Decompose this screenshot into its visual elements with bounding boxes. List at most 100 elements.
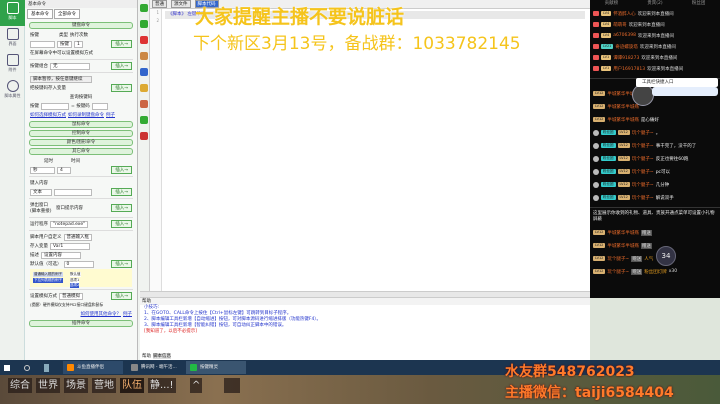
text-input[interactable] [54,188,92,196]
insert-button[interactable]: 插入→ [111,188,132,196]
color-group[interactable]: 颜色/图形命令 [29,139,133,146]
key-input[interactable] [30,40,55,48]
tab-all[interactable]: 全部命令 [54,9,80,19]
group-icon[interactable] [224,378,240,393]
game-chat-tab[interactable]: ^ [190,378,203,393]
username[interactable]: 玩个腿子~ [607,269,629,275]
link[interactable]: 例子 [106,112,115,118]
tab-fans[interactable]: 粉丝团 [692,0,706,8]
move-down-icon[interactable] [140,4,148,12]
username[interactable]: 谭谭918273 [613,55,639,61]
run-input[interactable]: "notepad.exe" [50,220,89,228]
run-icon[interactable] [140,116,148,124]
record-icon[interactable] [140,52,148,60]
search-icon[interactable] [24,364,30,371]
task-douyu[interactable]: 斗鱼直播伴侣 [63,361,123,374]
game-chat-tab[interactable]: 营地 [92,378,116,393]
delay-unit-select[interactable]: 秒 [30,166,55,174]
username[interactable]: 萌萌哥 [613,22,627,28]
tab-vip[interactable]: 贵宾(2) [647,0,662,8]
username[interactable]: 玩个腿子~ [632,169,654,175]
debug-icon[interactable] [140,68,148,76]
link[interactable]: 例子 [123,311,132,317]
insert-button[interactable]: 插入→ [111,204,132,212]
folder-icon[interactable] [140,84,148,92]
tab-help[interactable]: 帮助 [142,353,151,359]
other-group[interactable]: 其它命令 [29,148,133,155]
username[interactable]: 半城繁华半城殇 [607,117,639,123]
mouse-group[interactable]: 鼠标命令 [29,121,133,128]
username[interactable]: 怀酒醉人心 [613,11,636,17]
dismiss-link[interactable]: [我知道了，以后不必提示] [140,329,590,335]
pause-select[interactable]: 脚本暂停，按任意键继续 [30,75,92,83]
query-key-input[interactable] [41,102,69,110]
link[interactable]: 如何使用其他命令？ [81,311,122,317]
insert-button[interactable]: 插入→ [111,62,132,70]
avatar[interactable] [632,84,654,106]
game-chat-tab[interactable]: 静...! [148,378,176,393]
task-browser[interactable]: 腾讯网 - 端午活... [127,361,182,374]
username[interactable]: 玩个腿子~ [632,195,654,201]
tab-basic[interactable]: 基本命令 [27,9,53,19]
app-icon [67,364,74,371]
chat-message: 粉丝团 LV12 玩个腿子~ pc可以 [590,165,720,178]
combo-input[interactable]: 无 [50,62,90,70]
var-input[interactable]: Var1 [50,242,90,250]
username[interactable]: 用户169178​13 [613,66,645,72]
username[interactable]: 玩个腿子~ [632,156,654,162]
tab-source[interactable]: 源文件 [171,0,191,8]
keyboard-group[interactable]: 键盘命令 [29,22,133,29]
username[interactable]: 玩个腿子~ [632,182,654,188]
keycode-input[interactable] [91,102,108,110]
game-chat-tab[interactable]: 世界 [36,378,60,393]
nav-attachment[interactable]: 附件 [0,52,25,78]
insert-button[interactable]: 插入→ [111,40,132,48]
quick-toolbar[interactable] [652,87,718,96]
windows-start-icon[interactable] [4,364,10,371]
link[interactable]: 如何录制键盘命令 [68,112,104,118]
link[interactable]: 如何选择模拟方式 [30,112,66,118]
nav-properties[interactable]: 脚本属性 [0,78,25,104]
username[interactable]: a6706398 [613,33,636,38]
game-chat-tab[interactable]: 队伍 [120,378,144,393]
game-chat-tab[interactable]: 综合 [8,378,32,393]
insert-button[interactable]: 插入→ [111,220,132,228]
system-tray[interactable] [650,361,710,374]
task-anjian[interactable]: 按键精灵 [186,361,246,374]
insert-button[interactable]: 插入→ [111,84,132,92]
insert-button[interactable]: 插入→ [111,166,132,174]
username[interactable]: 玩个腿子~ [632,130,654,136]
stop-icon[interactable] [140,132,148,140]
username[interactable]: 玩个腿子~ [607,256,629,262]
stream-overlay-notice: 大家提醒主播不要说脏话 [195,6,405,28]
delete-icon[interactable] [140,36,148,44]
tab-script-info[interactable]: 脚本信息 [153,353,171,359]
nav-script[interactable]: 脚本 [0,0,25,26]
desc-input[interactable]: 设置内容 [41,251,81,259]
input-type-select[interactable]: 文本 [30,188,52,196]
tab-normal[interactable]: 普通 [152,0,167,8]
username[interactable]: 半城繁华半城殇 [607,230,639,236]
username[interactable]: 半城繁华半城殇 [607,104,639,110]
insert-button[interactable]: 插入→ [111,260,132,268]
default-input[interactable]: 0 [63,260,94,268]
custom-select[interactable]: 普通输入框 [63,233,92,241]
label: = 按键码 [71,104,90,109]
tab-contrib[interactable]: 贡献榜 [605,0,619,8]
type-select[interactable]: 按键 [57,40,72,48]
task-view-icon[interactable] [44,363,49,372]
plugin-group[interactable]: 插件命令 [29,320,133,327]
username[interactable]: 玩个腿子~ [632,143,654,149]
username[interactable]: 半城繁华半城殇 [607,243,639,249]
sim-select[interactable]: 普通模拟 [59,292,83,300]
control-group[interactable]: 控制命令 [29,130,133,137]
nav-ui[interactable]: 界面 [0,26,25,52]
game-chat-tab[interactable]: 场景 [64,378,88,393]
copy-icon[interactable] [140,100,148,108]
delay-input[interactable]: 4 [57,166,71,174]
insert-button[interactable]: 插入→ [111,292,132,300]
level-icon [593,22,599,27]
username[interactable]: 奇迹螺旋塔 [615,44,638,50]
times-input[interactable]: 1 [74,40,83,48]
move-up-icon[interactable] [140,20,148,28]
